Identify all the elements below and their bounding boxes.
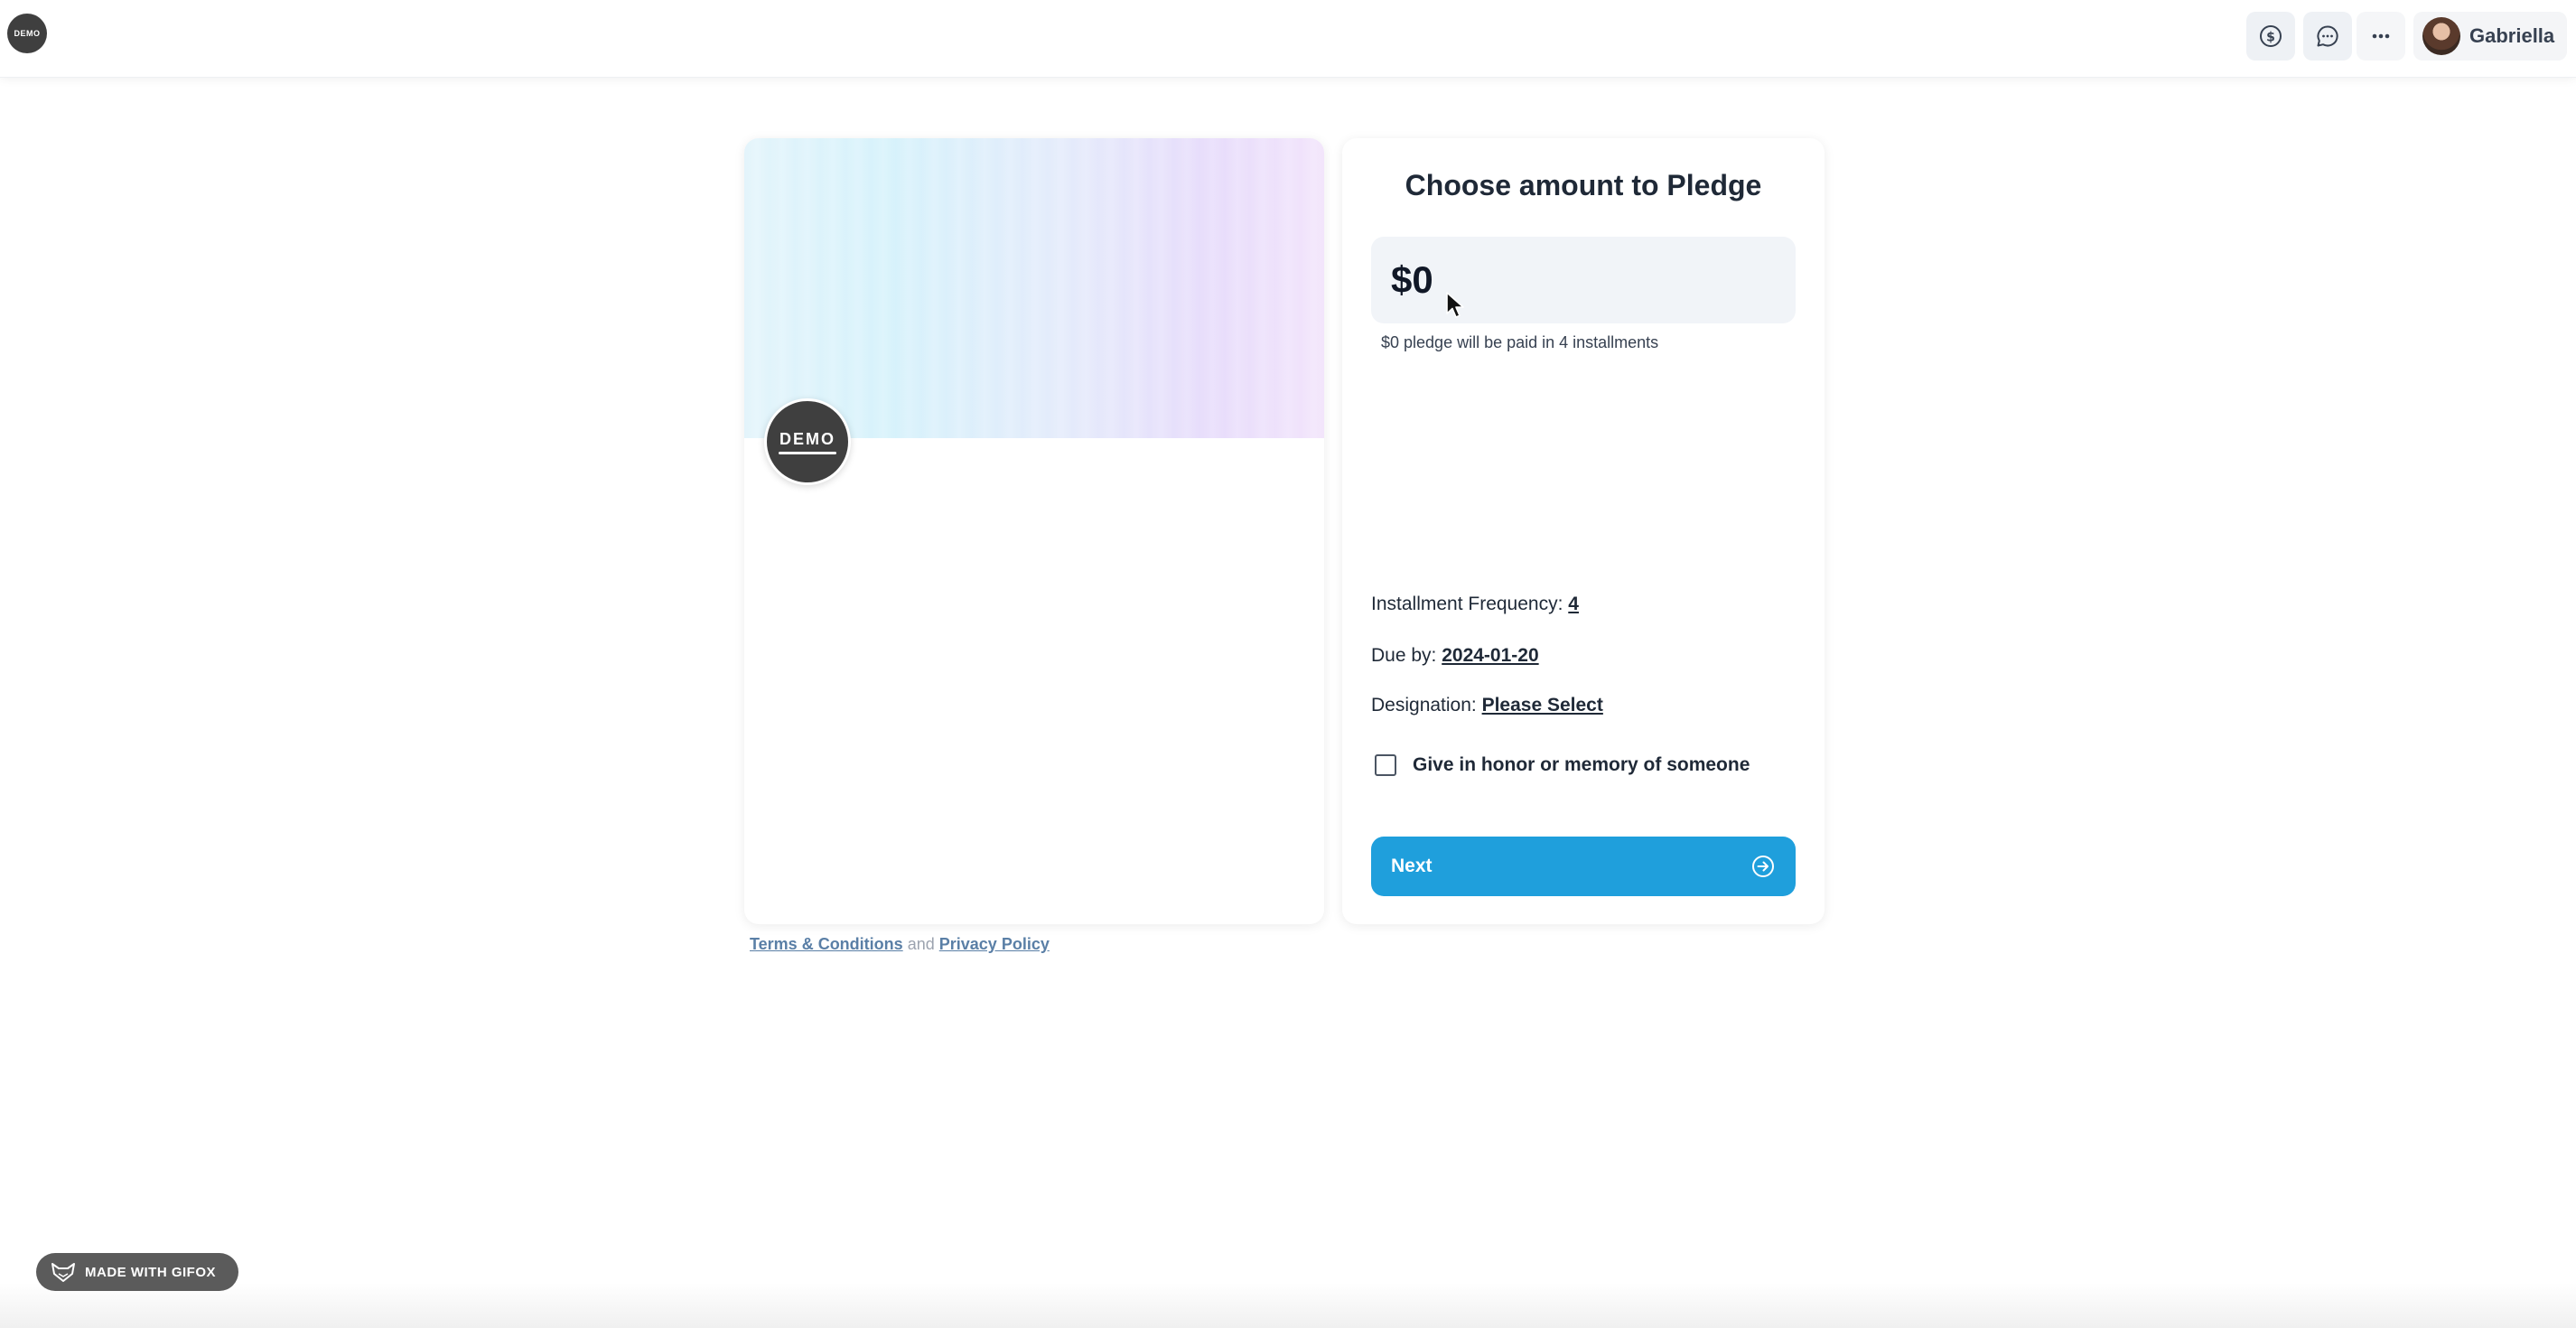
- gifox-badge: MADE WITH GIFOX: [36, 1253, 238, 1291]
- fox-icon: [51, 1263, 75, 1282]
- designation-row: Designation: Please Select: [1371, 695, 1603, 716]
- messages-button[interactable]: [2303, 12, 2352, 61]
- campaign-logo-underline: [779, 451, 836, 454]
- pledge-card: Choose amount to Pledge $0 $0 pledge wil…: [1342, 138, 1825, 924]
- amount-value: $0: [1391, 258, 1433, 301]
- terms-link[interactable]: Terms & Conditions: [750, 935, 903, 953]
- campaign-logo: DEMO: [764, 398, 851, 485]
- frequency-label: Installment Frequency:: [1371, 594, 1563, 614]
- dollar-icon: $: [2260, 25, 2282, 47]
- frequency-row: Installment Frequency: 4: [1371, 594, 1579, 615]
- bottom-shade: [0, 1283, 2576, 1328]
- installment-note: $0 pledge will be paid in 4 installments: [1381, 333, 1659, 351]
- more-icon: [2372, 33, 2390, 39]
- legal-and: and: [907, 935, 935, 953]
- next-label: Next: [1391, 856, 1433, 876]
- honor-checkbox[interactable]: [1375, 754, 1396, 776]
- designation-label: Designation:: [1371, 695, 1477, 715]
- org-logo-text: DEMO: [14, 29, 41, 38]
- gifox-label: MADE WITH GIFOX: [85, 1264, 216, 1280]
- user-menu[interactable]: Gabriella: [2413, 12, 2567, 61]
- top-bar: DEMO $ Gabriella: [0, 0, 2576, 78]
- arrow-right-circle-icon: [1752, 856, 1774, 877]
- honor-row[interactable]: Give in honor or memory of someone: [1375, 754, 1750, 776]
- donate-button[interactable]: $: [2246, 12, 2295, 61]
- due-date-value[interactable]: 2024-01-20: [1442, 645, 1538, 666]
- amount-input[interactable]: $0: [1371, 237, 1796, 323]
- avatar: [2422, 17, 2460, 55]
- user-name: Gabriella: [2469, 24, 2555, 47]
- due-label: Due by:: [1371, 645, 1437, 666]
- due-row: Due by: 2024-01-20: [1371, 645, 1539, 667]
- campaign-card: DEMO: [744, 138, 1324, 924]
- org-logo[interactable]: DEMO: [7, 14, 47, 53]
- frequency-value[interactable]: 4: [1568, 594, 1579, 614]
- privacy-link[interactable]: Privacy Policy: [939, 935, 1050, 953]
- campaign-logo-text: DEMO: [779, 429, 835, 448]
- designation-select[interactable]: Please Select: [1482, 695, 1603, 715]
- legal-links: Terms & Conditions and Privacy Policy: [750, 935, 1050, 954]
- chat-icon: [2317, 25, 2338, 47]
- more-button[interactable]: [2357, 12, 2405, 61]
- mouse-cursor-icon: [1446, 292, 1464, 318]
- pledge-title: Choose amount to Pledge: [1405, 169, 1762, 201]
- honor-label: Give in honor or memory of someone: [1413, 754, 1750, 775]
- banner-texture: [744, 138, 1324, 438]
- next-button[interactable]: Next: [1371, 837, 1796, 896]
- svg-text:$: $: [2266, 31, 2275, 45]
